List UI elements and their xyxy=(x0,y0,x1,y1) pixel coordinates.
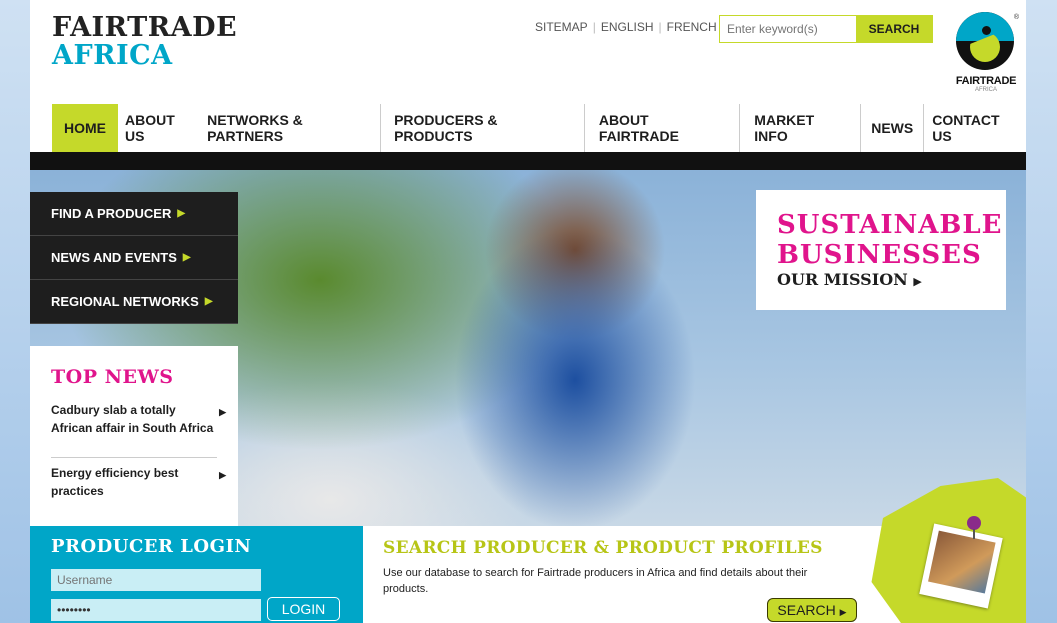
arrow-right-icon: ▶ xyxy=(219,470,226,480)
nav-news[interactable]: NEWS xyxy=(860,104,923,152)
news-item[interactable]: Energy efficiency best practices ▶ xyxy=(51,464,226,500)
photo-image xyxy=(928,530,996,594)
logo-line1: FAIRTRADE xyxy=(52,12,238,43)
logo-line2: AFRICA xyxy=(52,40,173,71)
menu-label: REGIONAL NETWORKS xyxy=(51,294,199,309)
arrow-right-icon: ▶ xyxy=(839,607,847,617)
search-button[interactable]: SEARCH xyxy=(856,16,932,42)
our-mission-label: OUR MISSION xyxy=(777,270,908,289)
news-item[interactable]: Cadbury slab a totally African affair in… xyxy=(51,401,226,437)
fairtrade-mark-icon xyxy=(956,12,1014,70)
english-link[interactable]: ENGLISH xyxy=(601,20,654,34)
menu-news-events[interactable]: NEWS AND EVENTS ▶ xyxy=(30,236,238,280)
nav-underbar xyxy=(30,152,1026,170)
producer-search-text: Use our database to search for Fairtrade… xyxy=(383,567,808,595)
menu-find-producer[interactable]: FIND A PRODUCER ▶ xyxy=(30,192,238,236)
producer-login-title: PRODUCER LOGIN xyxy=(51,536,252,557)
producer-search-button[interactable]: SEARCH ▶ xyxy=(767,598,857,622)
fairtrade-mark-logo[interactable]: ® FAIRTRADE AFRICA xyxy=(951,12,1021,93)
top-news-panel: TOP NEWS Cadbury slab a totally African … xyxy=(30,346,238,526)
arrow-right-icon: ▶ xyxy=(182,252,191,263)
photo-thumbnail[interactable] xyxy=(919,523,1003,609)
news-item-label: Energy efficiency best practices xyxy=(51,466,179,498)
hero-banner: FIND A PRODUCER ▶ NEWS AND EVENTS ▶ REGION… xyxy=(30,170,1026,526)
mark-word: FAIRTRADE xyxy=(955,75,1017,87)
nav-about-fairtrade[interactable]: ABOUT FAIRTRADE xyxy=(583,104,739,152)
main-nav: HOME ABOUT US NETWORKS & PARTNERS PRODUC… xyxy=(52,104,1026,158)
arrow-right-icon: ▶ xyxy=(913,275,922,288)
password-field[interactable] xyxy=(51,599,261,621)
map-pin-icon xyxy=(967,516,981,539)
arrow-right-icon: ▶ xyxy=(219,407,226,417)
our-mission-link[interactable]: OUR MISSION ▶ xyxy=(777,270,922,289)
nav-producers-products[interactable]: PRODUCERS & PRODUCTS xyxy=(380,104,584,152)
divider: | xyxy=(658,20,662,34)
mission-promo[interactable]: SUSTAINABLE BUSINESSES OUR MISSION ▶ xyxy=(756,190,1006,310)
nav-home[interactable]: HOME xyxy=(52,104,118,158)
nav-networks-partners[interactable]: NETWORKS & PARTNERS xyxy=(201,104,380,152)
nav-about-us[interactable]: ABOUT US xyxy=(118,104,201,152)
arrow-right-icon: ▶ xyxy=(177,208,186,219)
divider: | xyxy=(592,20,596,34)
producer-login-panel: PRODUCER LOGIN LOGIN xyxy=(30,526,363,623)
arrow-right-icon: ▶ xyxy=(204,296,213,307)
menu-label: FIND A PRODUCER xyxy=(51,206,172,221)
side-menu: FIND A PRODUCER ▶ NEWS AND EVENTS ▶ REGION… xyxy=(30,192,238,324)
top-news-title: TOP NEWS xyxy=(51,366,174,388)
mission-line2: BUSINESSES xyxy=(777,240,982,270)
nav-market-info[interactable]: MARKET INFO xyxy=(739,104,860,152)
producer-search-label: SEARCH xyxy=(777,602,836,618)
nav-contact-us[interactable]: CONTACT US xyxy=(923,104,1026,152)
french-link[interactable]: FRENCH xyxy=(667,20,717,34)
login-button[interactable]: LOGIN xyxy=(267,597,340,621)
registered-mark: ® xyxy=(1013,14,1019,21)
search-input[interactable] xyxy=(720,16,856,42)
divider xyxy=(51,457,217,458)
menu-regional-networks[interactable]: REGIONAL NETWORKS ▶ xyxy=(30,280,238,324)
menu-label: NEWS AND EVENTS xyxy=(51,250,177,265)
mission-line1: SUSTAINABLE xyxy=(777,210,1003,240)
sitemap-link[interactable]: SITEMAP xyxy=(535,20,588,34)
username-field[interactable] xyxy=(51,569,261,591)
news-item-label: Cadbury slab a totally African affair in… xyxy=(51,403,214,435)
site-search: SEARCH xyxy=(719,15,933,43)
page: FAIRTRADE AFRICA SITEMAP | ENGLISH | FRENCH … xyxy=(30,0,1026,623)
top-links: SITEMAP | ENGLISH | FRENCH xyxy=(535,20,717,34)
mark-sub: AFRICA xyxy=(974,87,997,93)
fairtrade-africa-logo[interactable]: FAIRTRADE AFRICA xyxy=(52,14,237,70)
producer-search-title: SEARCH PRODUCER & PRODUCT PROFILES xyxy=(383,538,823,558)
